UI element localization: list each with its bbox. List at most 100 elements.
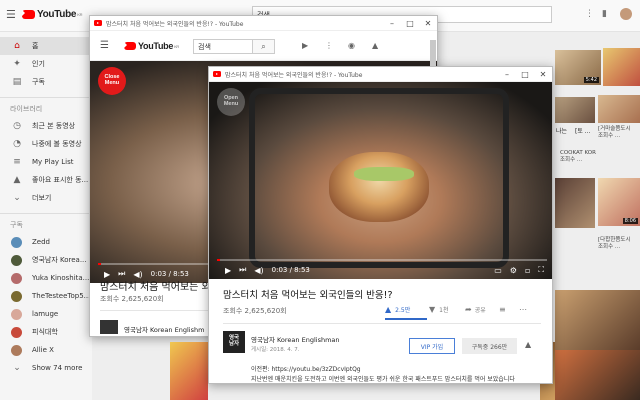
close-icon[interactable]: ✕ <box>419 19 437 28</box>
playlist-icon: ≡ <box>13 157 21 167</box>
video-thumbnail[interactable] <box>555 350 640 400</box>
sub-item[interactable]: 피식대학 <box>0 323 92 341</box>
channel-avatar[interactable] <box>100 320 118 334</box>
like-button[interactable]: ▲ 2.5만 <box>385 305 410 314</box>
play-icon[interactable]: ▶ <box>225 266 231 275</box>
subscriptions-heading: 구독 <box>10 221 23 229</box>
channel-avatar <box>11 254 22 266</box>
sidebar-item-watch-later[interactable]: ◔ 나중에 볼 동영상 <box>0 135 92 153</box>
subscribe-button[interactable]: 구독중 266만 <box>462 338 517 354</box>
messages-icon[interactable]: ◉ <box>348 41 355 50</box>
channel-avatar <box>11 272 22 284</box>
dislike-button[interactable]: ▼ 1천 <box>429 305 449 314</box>
maximize-icon[interactable]: □ <box>516 70 534 79</box>
volume-icon[interactable]: ◀) <box>254 266 263 275</box>
bg-avatar[interactable] <box>620 8 632 20</box>
sub-item[interactable]: Yuka Kinoshita... <box>0 269 92 287</box>
video-thumbnail[interactable] <box>170 342 208 400</box>
thumbs-down-icon: ▼ <box>429 305 436 314</box>
player-controls-right: ▭ ⚙ ▫ ⛶ <box>494 265 544 275</box>
sidebar-item-liked[interactable]: ▲ 좋아요 표시한 동... <box>0 171 92 189</box>
share-button[interactable]: ➦ 공유 <box>465 305 486 314</box>
bell-icon[interactable]: ▲ <box>525 340 531 349</box>
sub-item[interactable]: TheTesteeTop5... <box>0 287 92 305</box>
search-input[interactable]: 검색 <box>194 42 252 52</box>
scrollbar[interactable] <box>430 40 436 66</box>
channel-name[interactable]: 영국남자 Korean Englishman <box>251 334 340 344</box>
window-titlebar[interactable]: 맘스터치 처음 먹어보는 외국인들의 반응!? - YouTube – □ ✕ <box>90 16 437 31</box>
sidebar-item-history[interactable]: ◷ 최근 본 동영상 <box>0 117 92 135</box>
youtube-logo[interactable]: YouTube KR <box>124 41 179 51</box>
subscriptions-icon: ▤ <box>12 77 22 87</box>
library-heading: 라이브러리 <box>10 105 43 113</box>
search-icon[interactable]: ⌕ <box>252 40 274 53</box>
miniplayer-icon[interactable]: ▫ <box>525 266 530 275</box>
sub-item[interactable]: Allie X <box>0 341 92 359</box>
next-icon[interactable]: ⏭ <box>239 265 246 275</box>
youtube-play-icon <box>22 10 35 19</box>
sidebar-item-home[interactable]: ⌂ 홈 <box>0 37 92 55</box>
chevron-down-icon: ⌄ <box>13 363 21 373</box>
time-display: 0:03 / 8:53 <box>271 266 310 274</box>
sidebar-item-more[interactable]: ⌄ 더보기 <box>0 189 92 207</box>
minimize-icon[interactable]: – <box>498 70 516 79</box>
progress-bar[interactable] <box>217 259 547 261</box>
notifications-icon[interactable]: ▲ <box>372 41 378 50</box>
bg-apps-icon[interactable]: ⋮ <box>585 9 594 19</box>
close-menu-button[interactable]: Close Menu <box>98 67 126 95</box>
sidebar-item-trending[interactable]: ✦ 인기 <box>0 55 92 73</box>
bg-youtube-logo[interactable]: YouTube KR <box>22 9 82 20</box>
video-title: 맘스터치 처음 먹어보는 외국 <box>100 282 220 293</box>
thumbs-up-icon: ▲ <box>385 305 392 314</box>
player-controls: ▶ ⏭ ◀) 0:03 / 8:53 <box>225 265 310 275</box>
progress-fill <box>98 263 101 265</box>
channel-avatar[interactable]: 영국 남자 <box>223 331 245 353</box>
video-thumbnail[interactable] <box>598 95 640 123</box>
more-icon[interactable]: ⋯ <box>519 305 527 314</box>
description-link[interactable]: 이전편: https://youtu.be/3zZDcvIptQg <box>251 364 361 373</box>
clock-icon: ◔ <box>13 139 21 149</box>
upload-icon[interactable]: ▶ <box>302 41 308 50</box>
window-title: 맘스터치 처음 먹어보는 외국인들의 반응!? - YouTube <box>225 71 363 79</box>
history-icon: ◷ <box>13 121 21 131</box>
window-title: 맘스터치 처음 먹어보는 외국인들의 반응!? - YouTube <box>106 20 244 28</box>
video-thumbnail[interactable]: 5:42 <box>555 50 601 85</box>
minimize-icon[interactable]: – <box>383 19 401 28</box>
bg-notifications-icon[interactable]: ▮ <box>602 9 607 19</box>
sidebar-item-subscriptions[interactable]: ▤ 구독 <box>0 73 92 91</box>
thumbs-up-icon: ▲ <box>13 175 21 185</box>
subtitles-icon[interactable]: ▭ <box>494 266 502 275</box>
sidebar-item-playlist[interactable]: ≡ My Play List <box>0 153 92 171</box>
sub-item[interactable]: Zedd <box>0 233 92 251</box>
add-to-playlist-icon[interactable]: ≡ <box>499 305 506 314</box>
apps-icon[interactable]: ⋮ <box>325 41 333 50</box>
sub-item-show-more[interactable]: ⌄ Show 74 more <box>0 359 92 377</box>
chevron-down-icon: ⌄ <box>13 193 21 203</box>
bg-hamburger-icon[interactable]: ☰ <box>6 8 16 21</box>
open-menu-button[interactable]: Open Menu <box>217 88 245 116</box>
video-title: [토 ... <box>575 128 591 135</box>
video-thumbnail[interactable] <box>555 178 595 228</box>
video-thumbnail[interactable] <box>555 290 640 350</box>
progress-fill <box>217 259 220 261</box>
window-titlebar[interactable]: 맘스터치 처음 먹어보는 외국인들의 반응!? - YouTube – □ ✕ <box>209 67 552 82</box>
video-thumbnail[interactable] <box>603 48 640 86</box>
video-player[interactable]: Open Menu ▶ ⏭ ◀) 0:03 / 8:53 ▭ ⚙ ▫ ⛶ <box>209 82 552 279</box>
video-title: 나는 <box>556 128 568 135</box>
vip-join-button[interactable]: VIP 가입 <box>409 338 455 354</box>
search-box[interactable]: 검색 ⌕ <box>193 39 275 54</box>
channel-avatar <box>11 326 22 338</box>
fullscreen-icon[interactable]: ⛶ <box>538 265 544 275</box>
sub-item[interactable]: 영국남자 Korea... <box>0 251 92 269</box>
maximize-icon[interactable]: □ <box>401 19 419 28</box>
video-burger <box>329 152 429 222</box>
duration-badge: 8:06 <box>622 218 638 224</box>
video-thumbnail[interactable] <box>555 97 595 123</box>
channel-name[interactable]: 영국남자 Korean Englishm <box>124 324 204 334</box>
video-thumbnail[interactable]: 8:06 <box>598 178 640 226</box>
close-icon[interactable]: ✕ <box>534 70 552 79</box>
hamburger-icon[interactable]: ☰ <box>100 40 109 51</box>
settings-icon[interactable]: ⚙ <box>510 266 517 275</box>
video-lettuce <box>354 167 414 181</box>
sub-item[interactable]: lamuge <box>0 305 92 323</box>
